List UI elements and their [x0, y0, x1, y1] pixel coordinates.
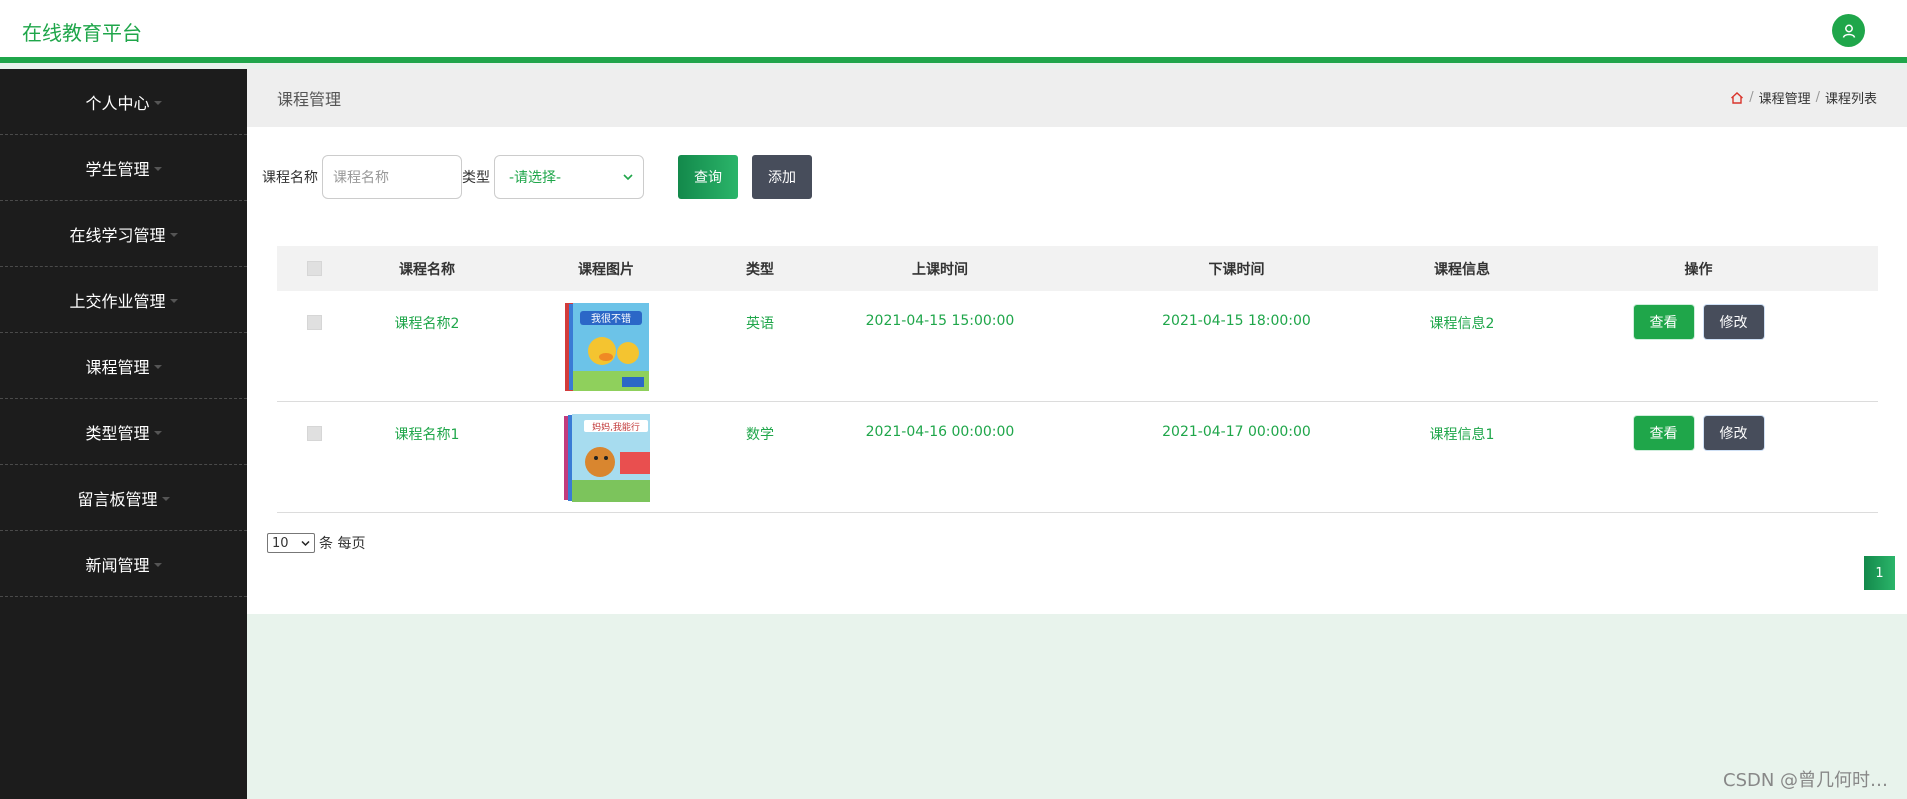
course-name-cell: 课程名称2	[394, 316, 460, 332]
column-header: 下课时间	[1208, 261, 1265, 278]
pagination-page-1[interactable]: 1	[1864, 556, 1895, 590]
table-header: 课程名称 课程图片 类型 上课时间 下课时间 课程信息 操作	[277, 246, 1878, 291]
row-checkbox[interactable]	[306, 426, 322, 441]
sidebar-item-homework[interactable]: 上交作业管理	[0, 267, 247, 333]
caret-down-icon	[161, 496, 170, 501]
column-header: 课程名称	[399, 261, 455, 278]
type-label: 类型	[462, 170, 490, 186]
course-name-input[interactable]: 课程名称	[322, 155, 462, 199]
sidebar-item-label: 类型管理	[85, 423, 150, 443]
column-header: 操作	[1684, 261, 1713, 278]
svg-text:我很不错: 我很不错	[591, 312, 631, 325]
svg-text:妈妈,我能行: 妈妈,我能行	[592, 421, 640, 433]
caret-down-icon	[153, 562, 162, 567]
sidebar: 个人中心 学生管理 在线学习管理 上交作业管理 课程管理 类型管理 留言板管理 …	[0, 69, 247, 799]
row-checkbox[interactable]	[306, 315, 322, 330]
sidebar-item-types[interactable]: 类型管理	[0, 399, 247, 465]
course-info-cell: 课程信息1	[1429, 427, 1495, 443]
start-time-cell: 2021-04-16 00:00:00	[865, 424, 1015, 440]
page-size-control: 10 条 每页	[267, 533, 365, 553]
end-time-cell: 2021-04-17 00:00:00	[1162, 424, 1311, 440]
top-bar: 在线教育平台	[0, 0, 1907, 63]
column-header: 课程图片	[578, 261, 634, 278]
main-content: 课程名称 课程名称 类型 -请选择- 查询 添加 课程名称 课程图片 类型 上课…	[247, 127, 1907, 614]
page-header: 课程管理 / 课程管理 / 课程列表	[247, 69, 1907, 127]
page-title: 课程管理	[277, 90, 342, 109]
course-info-cell: 课程信息2	[1429, 316, 1495, 332]
sidebar-item-message-board[interactable]: 留言板管理	[0, 465, 247, 531]
view-button[interactable]: 查看	[1633, 305, 1694, 339]
sidebar-item-courses[interactable]: 课程管理	[0, 333, 247, 399]
sidebar-item-personal-center[interactable]: 个人中心	[0, 69, 247, 135]
breadcrumb: / 课程管理 / 课程列表	[1730, 88, 1877, 107]
user-icon	[1842, 24, 1855, 38]
search-form: 课程名称 课程名称 类型 -请选择- 查询 添加	[262, 155, 812, 199]
sidebar-item-students[interactable]: 学生管理	[0, 135, 247, 201]
sidebar-item-label: 上交作业管理	[69, 291, 166, 311]
caret-down-icon	[153, 430, 162, 435]
sidebar-item-news[interactable]: 新闻管理	[0, 531, 247, 597]
sidebar-item-label: 个人中心	[85, 93, 150, 113]
caret-down-icon	[169, 298, 178, 303]
start-time-cell: 2021-04-15 15:00:00	[865, 313, 1015, 329]
select-all-checkbox[interactable]	[306, 261, 322, 276]
end-time-cell: 2021-04-15 18:00:00	[1162, 313, 1311, 329]
caret-down-icon	[153, 166, 162, 171]
sidebar-item-label: 留言板管理	[77, 489, 158, 509]
edit-button[interactable]: 修改	[1703, 305, 1764, 339]
page-size-select[interactable]: 10	[267, 533, 315, 553]
page-size-suffix: 条 每页	[319, 536, 366, 552]
type-select[interactable]: -请选择-	[494, 155, 644, 199]
watermark: CSDN @曾几何时…	[1723, 770, 1889, 791]
view-button[interactable]: 查看	[1633, 416, 1694, 450]
home-icon[interactable]	[1730, 91, 1744, 105]
table-row: 课程名称2 我很不错 英语 2021-04-15 15:00:00 2021-0…	[277, 291, 1878, 402]
sidebar-item-label: 学生管理	[85, 159, 150, 179]
sidebar-item-online-learning[interactable]: 在线学习管理	[0, 201, 247, 267]
breadcrumb-separator: /	[1749, 90, 1754, 105]
type-cell: 数学	[746, 427, 774, 443]
type-select-value: -请选择-	[509, 170, 562, 186]
sidebar-item-label: 新闻管理	[85, 555, 150, 575]
caret-down-icon	[169, 232, 178, 237]
column-header: 类型	[746, 261, 774, 278]
course-name-label: 课程名称	[262, 170, 318, 186]
table-row: 课程名称1 妈妈,我能行 数学 2021-04-16 00:00:00 2021…	[277, 402, 1878, 513]
add-button[interactable]: 添加	[752, 155, 812, 199]
search-button[interactable]: 查询	[678, 155, 738, 199]
breadcrumb-item[interactable]: 课程管理	[1759, 88, 1811, 107]
page-size-value: 10	[272, 535, 289, 551]
course-table: 课程名称 课程图片 类型 上课时间 下课时间 课程信息 操作 课程名称2 我很不…	[277, 246, 1878, 513]
breadcrumb-item: 课程列表	[1824, 92, 1877, 107]
course-name-cell: 课程名称1	[394, 427, 460, 443]
course-image: 我很不错	[562, 301, 650, 393]
user-avatar-button[interactable]	[1832, 14, 1865, 47]
course-image: 妈妈,我能行	[562, 412, 650, 504]
edit-button[interactable]: 修改	[1703, 416, 1764, 450]
brand-title: 在线教育平台	[22, 21, 142, 45]
sidebar-item-label: 课程管理	[85, 357, 150, 377]
caret-down-icon	[153, 100, 162, 105]
chevron-down-icon	[623, 174, 633, 181]
chevron-down-icon	[301, 540, 310, 546]
column-header: 课程信息	[1434, 261, 1490, 278]
caret-down-icon	[153, 364, 162, 369]
sidebar-item-label: 在线学习管理	[69, 225, 166, 245]
column-header: 上课时间	[912, 261, 968, 278]
type-cell: 英语	[746, 316, 774, 332]
breadcrumb-separator: /	[1815, 90, 1820, 105]
